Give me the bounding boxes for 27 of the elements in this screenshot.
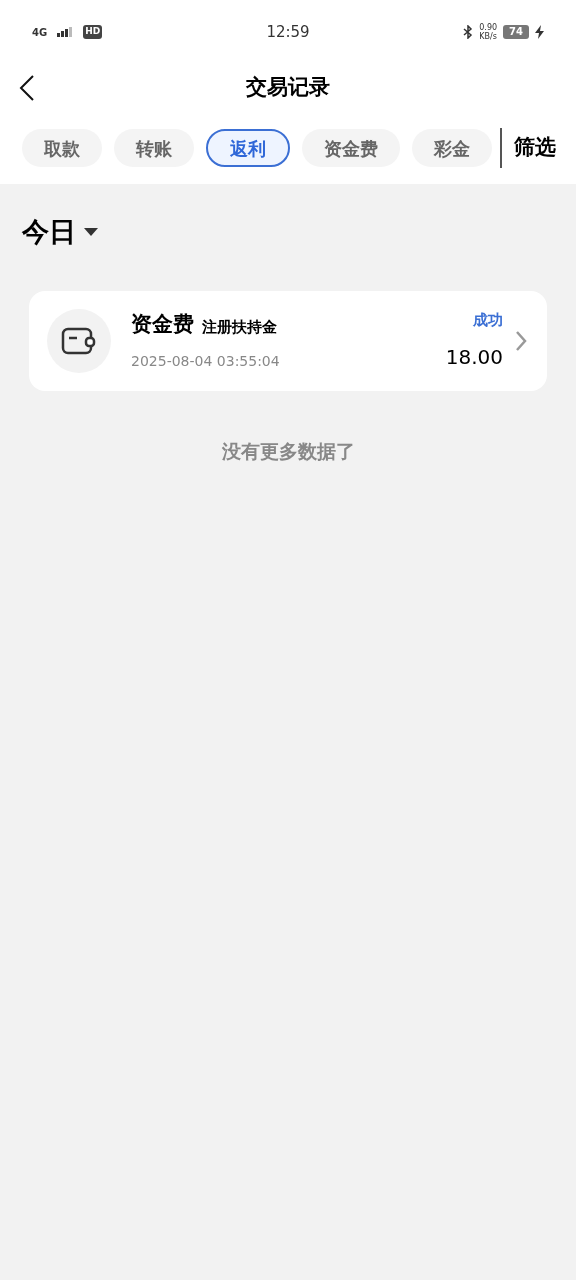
battery-icon: 74	[503, 25, 529, 39]
filter-tab[interactable]: 返利	[206, 129, 290, 167]
status-label: 成功	[473, 310, 503, 332]
charging-icon	[535, 25, 544, 39]
network-label: 4G	[32, 25, 48, 40]
bluetooth-icon	[463, 25, 474, 39]
filter-tab[interactable]: 转账	[114, 129, 194, 167]
amount: 18.00	[445, 343, 503, 371]
end-of-list-message: 没有更多数据了	[221, 438, 355, 464]
page-title: 交易记录	[246, 74, 330, 102]
date-dropdown[interactable]: 今日	[22, 212, 98, 253]
transaction-card[interactable]: 资金费 注册扶持金 2025-08-04 03:55:04 成功 18.00	[29, 290, 547, 391]
filter-tab[interactable]: 彩金	[412, 129, 492, 167]
signal-icon	[57, 27, 74, 37]
record-time: 2025-08-04 03:55:04	[131, 351, 281, 371]
record-type: 资金费	[131, 311, 194, 339]
chevron-right-icon	[515, 329, 527, 352]
clock: 12:59	[266, 21, 310, 43]
caret-down-icon	[84, 228, 98, 237]
speed-value: 0.90	[479, 23, 498, 32]
filter-button[interactable]: 筛选	[514, 132, 556, 164]
filter-tab[interactable]: 取款	[22, 129, 102, 167]
back-button[interactable]	[18, 74, 36, 102]
speed-unit: KB/s	[479, 32, 497, 41]
record-note: 注册扶持金	[202, 317, 277, 339]
filter-tab[interactable]: 资金费	[302, 129, 400, 167]
hd-badge: HD	[83, 25, 103, 39]
